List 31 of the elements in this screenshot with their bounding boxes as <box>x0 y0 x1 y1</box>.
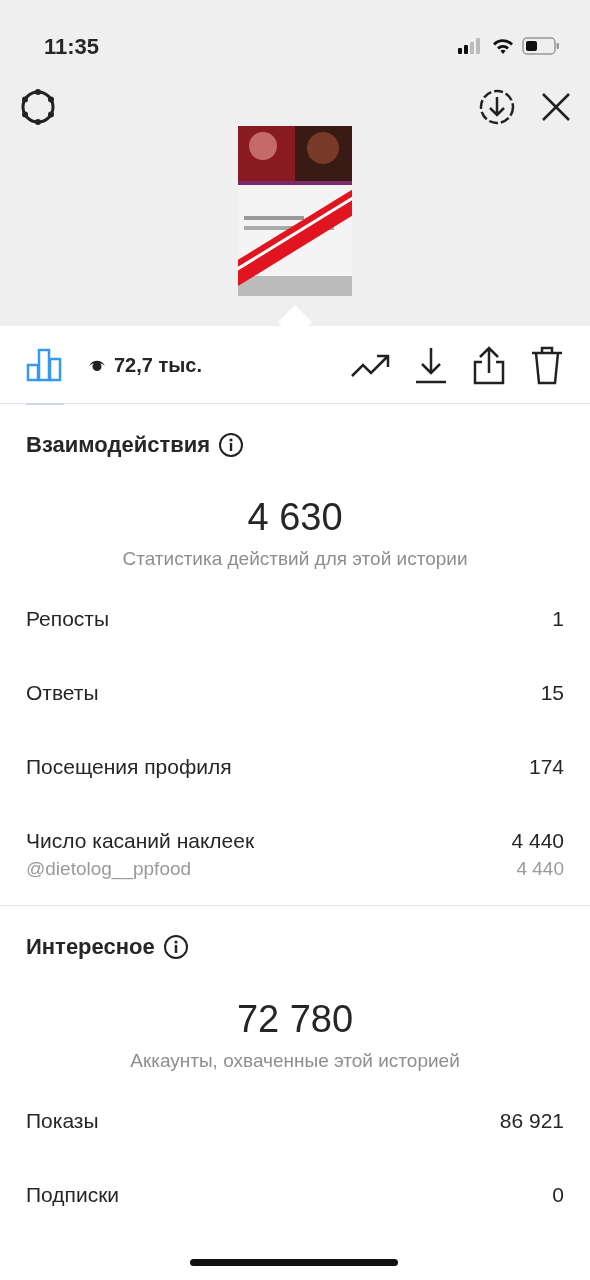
sticker-value: 4 440 <box>516 857 564 882</box>
share-button[interactable] <box>472 344 506 385</box>
metric-value: 0 <box>552 1181 564 1208</box>
views-count: 72,7 тыс. <box>114 352 203 378</box>
total-count: 72 780 <box>236 998 354 1041</box>
metric-value: 174 <box>528 753 564 780</box>
metric-value: 15 <box>540 679 564 706</box>
battery-icon <box>522 37 560 55</box>
section-title: Взаимодействия <box>26 431 211 459</box>
metric-label: Показы <box>26 1107 99 1134</box>
close-button[interactable] <box>540 91 572 123</box>
wifi-icon <box>492 38 514 54</box>
download-button[interactable] <box>414 345 448 384</box>
total-caption: Статистика действий для этой истории <box>122 547 468 569</box>
info-icon[interactable] <box>218 431 245 458</box>
sticker-label: @dietolog__ppfood <box>26 857 192 882</box>
total-count: 4 630 <box>247 496 343 538</box>
metric-value: 86 921 <box>499 1107 564 1134</box>
info-icon[interactable] <box>162 933 189 960</box>
metric-label: Посещения профиля <box>26 753 232 780</box>
metric-label: Репосты <box>26 605 110 632</box>
metric-value: 4 440 <box>511 827 564 854</box>
save-button[interactable] <box>478 88 516 126</box>
metric-label: Ответы <box>26 679 99 706</box>
status-time: 11:35 <box>44 32 100 61</box>
section-title: Интересное <box>26 933 155 962</box>
metric-value: 1 <box>552 605 564 632</box>
total-caption: Аккаунты, охваченные этой историей <box>130 1050 460 1072</box>
delete-button[interactable] <box>530 344 564 385</box>
metric-label: Подписки <box>26 1181 120 1208</box>
metric-label: Число касаний наклеек <box>26 827 255 854</box>
